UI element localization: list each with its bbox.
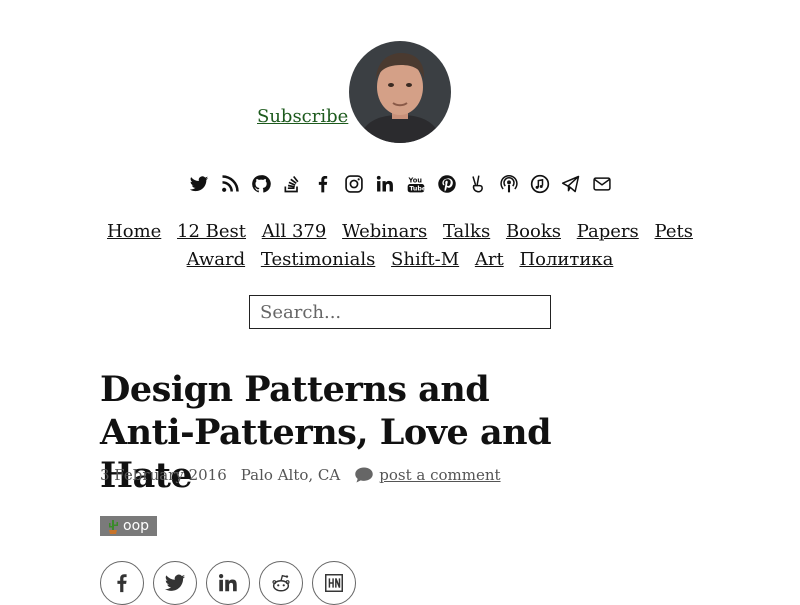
facebook-share-icon xyxy=(117,574,127,593)
cactus-icon xyxy=(109,520,118,534)
nav-webinars[interactable]: Webinars xyxy=(342,221,427,242)
peace-icon[interactable] xyxy=(467,172,489,196)
nav-art[interactable]: Art xyxy=(475,249,504,270)
nav-politika[interactable]: Политика xyxy=(519,249,613,270)
pinterest-icon[interactable] xyxy=(436,172,458,196)
social-icons: You Tube xyxy=(0,172,800,196)
svg-text:You: You xyxy=(407,176,422,184)
nav-all-379[interactable]: All 379 xyxy=(262,221,327,242)
reddit-share-icon xyxy=(272,574,290,592)
facebook-share-button[interactable] xyxy=(100,561,144,605)
nav-talks[interactable]: Talks xyxy=(443,221,490,242)
hackernews-share-icon xyxy=(325,574,343,592)
instagram-icon[interactable] xyxy=(343,172,365,196)
stackoverflow-icon[interactable] xyxy=(281,172,303,196)
nav-books[interactable]: Books xyxy=(506,221,561,242)
twitter-share-icon xyxy=(164,574,186,591)
email-icon[interactable] xyxy=(591,172,613,196)
share-buttons xyxy=(100,561,356,605)
nav-pets[interactable]: Pets xyxy=(655,221,693,242)
twitter-icon[interactable] xyxy=(188,172,210,196)
rss-icon[interactable] xyxy=(219,172,241,196)
youtube-icon[interactable]: You Tube xyxy=(405,172,427,196)
article-date: 3 February 2016 xyxy=(100,466,227,484)
nav-testimonials[interactable]: Testimonials xyxy=(261,249,375,270)
nav-home[interactable]: Home xyxy=(107,221,161,242)
tag-label: oop xyxy=(123,518,150,534)
linkedin-share-icon xyxy=(219,574,237,592)
main-nav-row-1: Home 12 Best All 379 Webinars Talks Book… xyxy=(0,221,800,242)
telegram-icon[interactable] xyxy=(560,172,582,196)
tag-badge[interactable]: oop xyxy=(100,516,158,536)
search-input[interactable] xyxy=(249,295,551,329)
nav-award[interactable]: Award xyxy=(187,249,245,270)
linkedin-icon[interactable] xyxy=(374,172,396,196)
article-meta: 3 February 2016 Palo Alto, CA post a com… xyxy=(100,466,501,484)
main-nav-row-2: Award Testimonials Shift-M Art Политика xyxy=(0,249,800,270)
comment-icon xyxy=(355,467,373,483)
podcast-icon[interactable] xyxy=(498,172,520,196)
article-location: Palo Alto, CA xyxy=(240,466,341,484)
facebook-icon[interactable] xyxy=(312,172,334,196)
github-icon[interactable] xyxy=(250,172,272,196)
reddit-share-button[interactable] xyxy=(259,561,303,605)
hackernews-share-button[interactable] xyxy=(312,561,356,605)
nav-shift-m[interactable]: Shift-M xyxy=(391,249,459,270)
music-icon[interactable] xyxy=(529,172,551,196)
linkedin-share-button[interactable] xyxy=(206,561,250,605)
nav-papers[interactable]: Papers xyxy=(577,221,639,242)
author-avatar[interactable] xyxy=(349,41,451,143)
subscribe-link[interactable]: Subscribe xyxy=(257,106,348,127)
svg-text:Tube: Tube xyxy=(409,186,426,193)
post-comment-link[interactable]: post a comment xyxy=(379,466,500,484)
avatar-image xyxy=(349,41,451,143)
nav-12-best[interactable]: 12 Best xyxy=(177,221,246,242)
twitter-share-button[interactable] xyxy=(153,561,197,605)
